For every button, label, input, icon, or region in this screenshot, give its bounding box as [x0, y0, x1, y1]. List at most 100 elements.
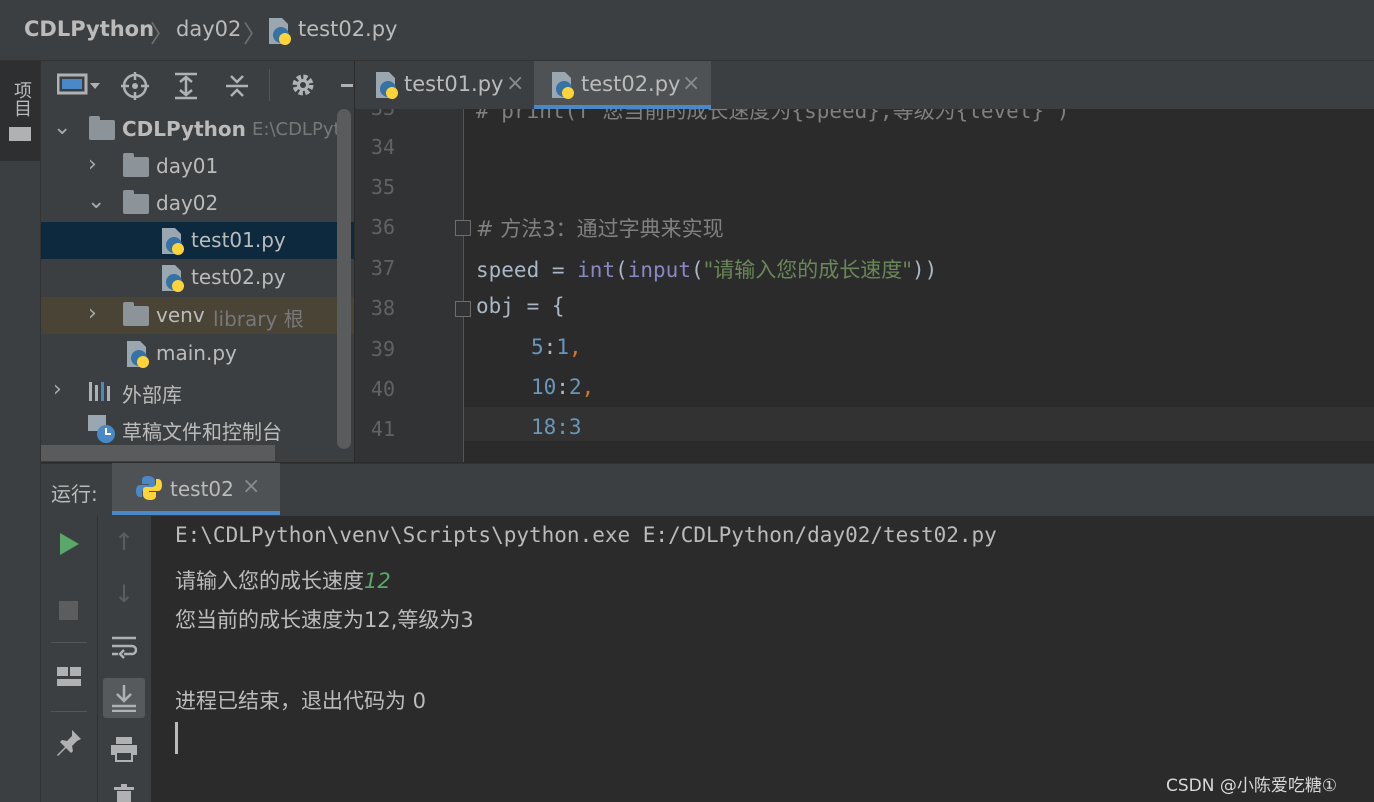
close-icon[interactable]: ×: [506, 71, 524, 96]
console-caret: [175, 722, 178, 754]
run-toolbar-primary: [41, 516, 97, 802]
trash-icon[interactable]: [113, 784, 135, 802]
code-line-39: 5:1,: [531, 335, 582, 359]
current-line-highlight: [464, 407, 1374, 441]
scroll-to-end-button[interactable]: [103, 678, 145, 718]
code-token: 1: [556, 335, 569, 359]
tree-horizontal-scrollbar[interactable]: [41, 445, 275, 461]
left-tool-stripe: [0, 61, 41, 802]
console-prompt: 请输入您的成长速度: [175, 569, 364, 593]
breadcrumb-folder[interactable]: day02: [176, 17, 241, 41]
close-icon[interactable]: ×: [682, 71, 700, 96]
locate-icon[interactable]: [121, 72, 149, 100]
line-number: 41: [370, 417, 395, 441]
tree-item-scratches[interactable]: 草稿文件和控制台: [41, 410, 354, 447]
tab-label: test01.py: [404, 72, 504, 96]
toolbar-divider: [51, 711, 87, 712]
line-number: 34: [370, 135, 395, 159]
tree-item-test02[interactable]: test02.py: [41, 259, 354, 296]
toolbar-divider: [51, 642, 87, 643]
python-file-icon: [269, 18, 291, 45]
tree-item-day01[interactable]: › day01: [41, 148, 354, 185]
line-number: 36: [370, 215, 395, 239]
tree-root[interactable]: ⌄ CDLPython E:\CDLPyth: [41, 111, 354, 148]
tree-item-label: 外部库: [122, 383, 182, 407]
tab-label: test02.py: [581, 72, 681, 96]
python-file-icon: [162, 265, 184, 292]
tree-vertical-scrollbar[interactable]: [337, 109, 351, 449]
python-file-icon: [127, 341, 149, 368]
arrow-down-icon[interactable]: ↓: [110, 580, 138, 608]
chevron-down-icon[interactable]: ⌄: [53, 115, 71, 140]
run-icon[interactable]: [58, 532, 80, 556]
arrow-up-icon[interactable]: ↑: [110, 528, 138, 556]
code-token: :: [556, 375, 569, 399]
library-icon: [89, 382, 110, 401]
line-number: 40: [370, 377, 395, 401]
library-root-hint: library 根: [213, 307, 304, 331]
run-tab-indicator: [112, 511, 280, 515]
run-tab-test02[interactable]: test02 ×: [112, 463, 280, 515]
tab-test02[interactable]: test02.py ×: [534, 61, 711, 109]
minimize-icon[interactable]: [341, 84, 353, 87]
pin-icon[interactable]: [55, 728, 83, 756]
chevron-right-icon[interactable]: ›: [88, 152, 97, 177]
scroll-to-end-icon: [112, 685, 136, 712]
tree-item-label: day01: [156, 154, 219, 178]
code-token: "请输入您的成长速度": [703, 258, 912, 282]
breadcrumb-project[interactable]: CDLPython: [24, 17, 154, 41]
code-area: # print(f"您当前的成长速度为{speed},等级为{level}") …: [355, 109, 1374, 462]
code-token: 5: [531, 335, 544, 359]
code-token: 10: [531, 375, 557, 399]
code-line-38: obj = {: [476, 294, 565, 318]
soft-wrap-icon[interactable]: [111, 634, 137, 662]
fold-marker[interactable]: [455, 301, 471, 317]
print-icon[interactable]: [110, 736, 138, 762]
tab-test01[interactable]: test01.py ×: [361, 61, 533, 109]
code-token: (: [615, 258, 628, 282]
code-token: speed =: [476, 258, 578, 282]
run-console[interactable]: [151, 516, 1374, 802]
tree-item-venv[interactable]: › venv library 根: [41, 297, 354, 334]
fold-marker[interactable]: [455, 220, 471, 236]
line-number: 37: [370, 256, 395, 280]
close-icon[interactable]: ×: [242, 474, 260, 499]
chevron-down-icon[interactable]: ⌄: [87, 189, 105, 214]
python-file-icon: [552, 72, 574, 99]
tree-item-test01[interactable]: test01.py: [41, 222, 354, 259]
python-file-icon: [376, 72, 398, 99]
line-number: 38: [370, 296, 395, 320]
layout-icon[interactable]: [56, 666, 82, 688]
line-number: 39: [370, 337, 395, 361]
breadcrumb-file[interactable]: test02.py: [298, 17, 397, 41]
navigation-bar: CDLPython 〉 day02 〉 test02.py: [0, 0, 1374, 61]
breadcrumb-separator: 〉: [243, 20, 267, 48]
chevron-right-icon[interactable]: ›: [88, 301, 97, 326]
code-token: int: [577, 258, 616, 282]
code-token: ,: [581, 375, 595, 399]
run-tab-label: test02: [170, 477, 234, 501]
project-tool-tab[interactable]: 项目: [0, 61, 40, 161]
tree-item-label: test02.py: [191, 265, 286, 289]
scratches-icon: [88, 415, 115, 443]
tree-item-day02[interactable]: ⌄ day02: [41, 185, 354, 222]
code-token: ,: [568, 335, 582, 359]
code-line-41-partial: 18:3: [531, 415, 582, 439]
console-command: E:\CDLPython\venv\Scripts\python.exe E:/…: [175, 523, 997, 547]
tree-item-label: venv: [156, 303, 205, 327]
tree-item-external-libraries[interactable]: › 外部库: [41, 373, 354, 410]
tree-item-label: 草稿文件和控制台: [122, 420, 282, 444]
stop-icon[interactable]: [59, 601, 78, 620]
console-exit-message: 进程已结束，退出代码为 0: [175, 689, 427, 713]
chevron-right-icon[interactable]: ›: [53, 377, 62, 402]
gear-icon[interactable]: [290, 72, 316, 98]
tree-item-label: main.py: [156, 341, 237, 365]
console-output: 您当前的成长速度为12,等级为3: [175, 608, 474, 632]
tree-item-main[interactable]: main.py: [41, 335, 354, 372]
code-line-33-partial: # print(f"您当前的成长速度为{speed},等级为{level}"): [476, 109, 1070, 123]
view-mode-icon[interactable]: [57, 73, 103, 97]
expand-all-icon[interactable]: [173, 72, 199, 100]
root-name: CDLPython: [122, 117, 246, 141]
breadcrumb-separator: 〉: [150, 20, 174, 48]
collapse-all-icon[interactable]: [224, 72, 250, 100]
